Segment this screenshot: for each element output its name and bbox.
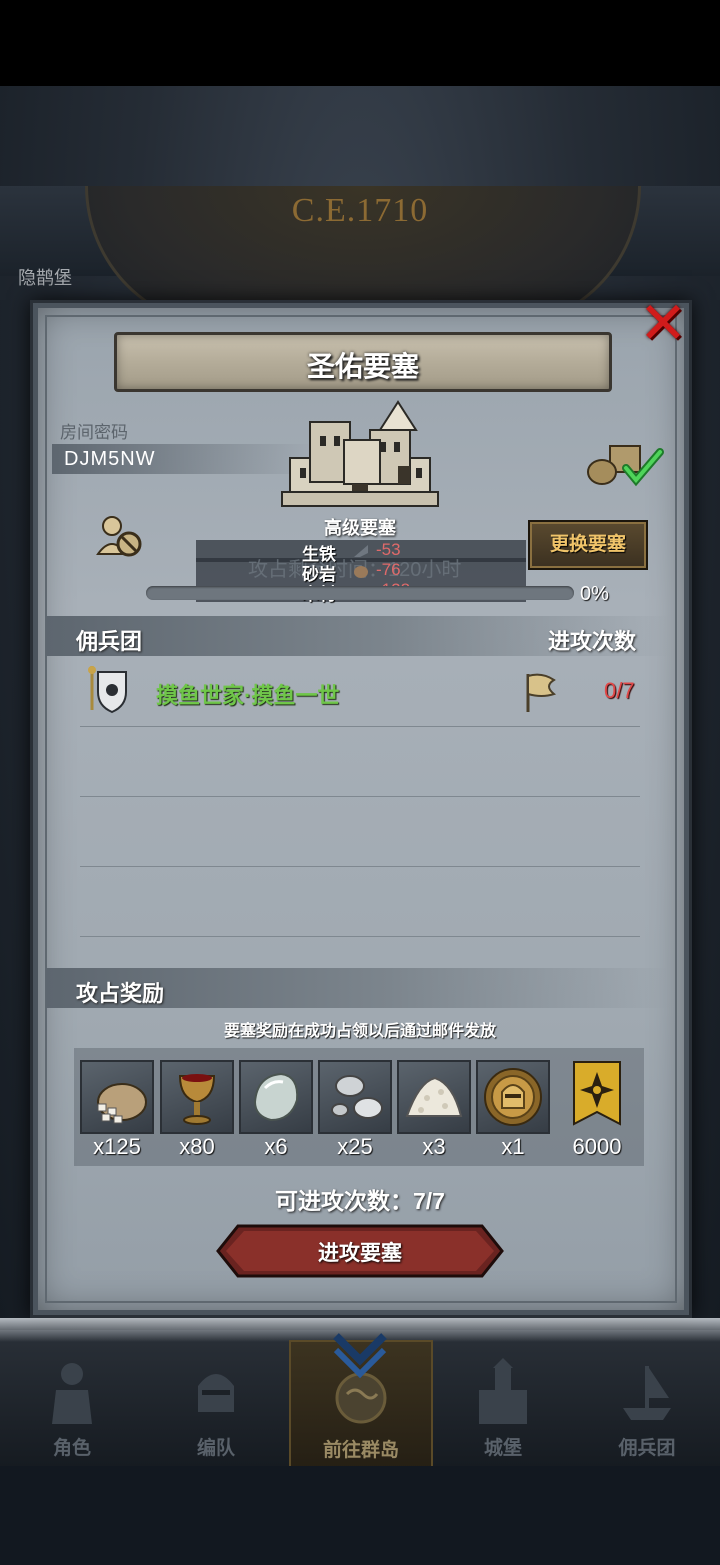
room-code: DJM5NW bbox=[64, 448, 156, 470]
nav-label: 佣兵团 bbox=[618, 1438, 676, 1459]
reward-qty: x25 bbox=[337, 1134, 373, 1159]
nav-item-formation[interactable]: 编队 bbox=[146, 1340, 286, 1466]
guild-name[interactable]: 摸鱼世家·摸鱼一世 bbox=[156, 678, 339, 710]
nav-item-mercenary[interactable]: 佣兵团 bbox=[577, 1340, 717, 1466]
reward-note: 要塞奖励在成功占领以后通过邮件发放 bbox=[223, 1023, 496, 1040]
reward-item[interactable]: x1 bbox=[476, 1060, 550, 1160]
room-code-label: 房间密码 bbox=[60, 423, 128, 442]
era-label: C.E.1710 bbox=[291, 192, 429, 229]
resource-value: -53 bbox=[376, 540, 401, 559]
attack-count-header: 进攻次数 bbox=[548, 629, 637, 654]
guild-attack-count: 0/7 bbox=[604, 678, 635, 703]
reward-qty: x125 bbox=[93, 1134, 141, 1159]
iron-icon bbox=[354, 545, 368, 557]
resource-value: -76 bbox=[376, 560, 401, 579]
nav-label: 角色 bbox=[52, 1438, 91, 1459]
reward-item[interactable]: x3 bbox=[397, 1060, 471, 1160]
sandstone-icon bbox=[354, 566, 368, 578]
no-visitor-icon[interactable] bbox=[96, 514, 144, 560]
reward-qty: x6 bbox=[264, 1134, 288, 1159]
list-divider bbox=[80, 936, 640, 937]
reward-item[interactable]: x6 bbox=[239, 1060, 313, 1160]
guild-shield-icon bbox=[88, 666, 127, 714]
chevron-down-icon bbox=[333, 1333, 387, 1378]
helmet-icon bbox=[198, 1374, 234, 1412]
knight-medal-icon bbox=[484, 1068, 542, 1126]
attack-fortress-button[interactable]: 进攻要塞 bbox=[216, 1224, 504, 1278]
goblet-icon bbox=[178, 1074, 216, 1125]
attack-button-label: 进攻要塞 bbox=[318, 1242, 402, 1265]
nav-label: 前往群岛 bbox=[322, 1440, 399, 1461]
list-divider bbox=[80, 726, 640, 727]
salt-pile-icon bbox=[405, 1076, 463, 1117]
reward-qty: 6000 bbox=[572, 1134, 622, 1159]
occupation-progress-bar bbox=[146, 586, 574, 600]
silver-ore-icon bbox=[331, 1075, 383, 1119]
change-fortress-button[interactable]: 更换要塞 bbox=[528, 520, 648, 570]
nav-label: 城堡 bbox=[483, 1438, 522, 1459]
title-banner: 圣佑要塞 bbox=[114, 332, 612, 392]
sack-icon bbox=[97, 1083, 147, 1124]
list-divider bbox=[80, 796, 640, 797]
nav-item-castle[interactable]: 城堡 bbox=[433, 1340, 573, 1466]
reward-item[interactable]: x25 bbox=[318, 1060, 392, 1160]
reward-header: 攻占奖励 bbox=[76, 981, 165, 1006]
nav-label: 编队 bbox=[196, 1438, 235, 1459]
close-button[interactable]: ✕ bbox=[638, 295, 688, 353]
progress-label: 0% bbox=[580, 583, 609, 605]
fortress-level: 高级要塞 bbox=[324, 518, 396, 538]
remaining-attempts: 可进攻次数：7/7 bbox=[275, 1188, 445, 1214]
castle-icon bbox=[479, 1358, 527, 1424]
background-place-label: 隐鹊堡 bbox=[18, 268, 72, 288]
status-bar bbox=[0, 0, 720, 86]
reward-item[interactable]: x125 bbox=[80, 1060, 154, 1160]
dialog-title: 圣佑要塞 bbox=[306, 351, 419, 382]
knight-icon bbox=[52, 1363, 92, 1424]
resource-row-iron: 生铁 -53 bbox=[250, 540, 480, 564]
list-divider bbox=[80, 866, 640, 867]
resource-row-sandstone: 砂岩 -76 bbox=[250, 560, 480, 584]
mercenary-header: 佣兵团 bbox=[76, 629, 143, 654]
gem-icon bbox=[253, 1072, 299, 1122]
reward-qty: x1 bbox=[501, 1134, 525, 1159]
ship-icon bbox=[623, 1366, 671, 1420]
flag-icon bbox=[526, 673, 557, 712]
reward-item[interactable]: 6000 bbox=[560, 1060, 634, 1160]
banner-icon bbox=[573, 1061, 621, 1126]
system-bottom-bar bbox=[0, 1466, 720, 1565]
reward-qty: x3 bbox=[422, 1134, 446, 1159]
reward-item[interactable]: x80 bbox=[160, 1060, 234, 1160]
supply-claimed-icon[interactable] bbox=[584, 438, 666, 488]
fortress-castle-icon bbox=[281, 400, 439, 507]
reward-qty: x80 bbox=[179, 1134, 215, 1159]
nav-item-character[interactable]: 角色 bbox=[2, 1340, 142, 1466]
